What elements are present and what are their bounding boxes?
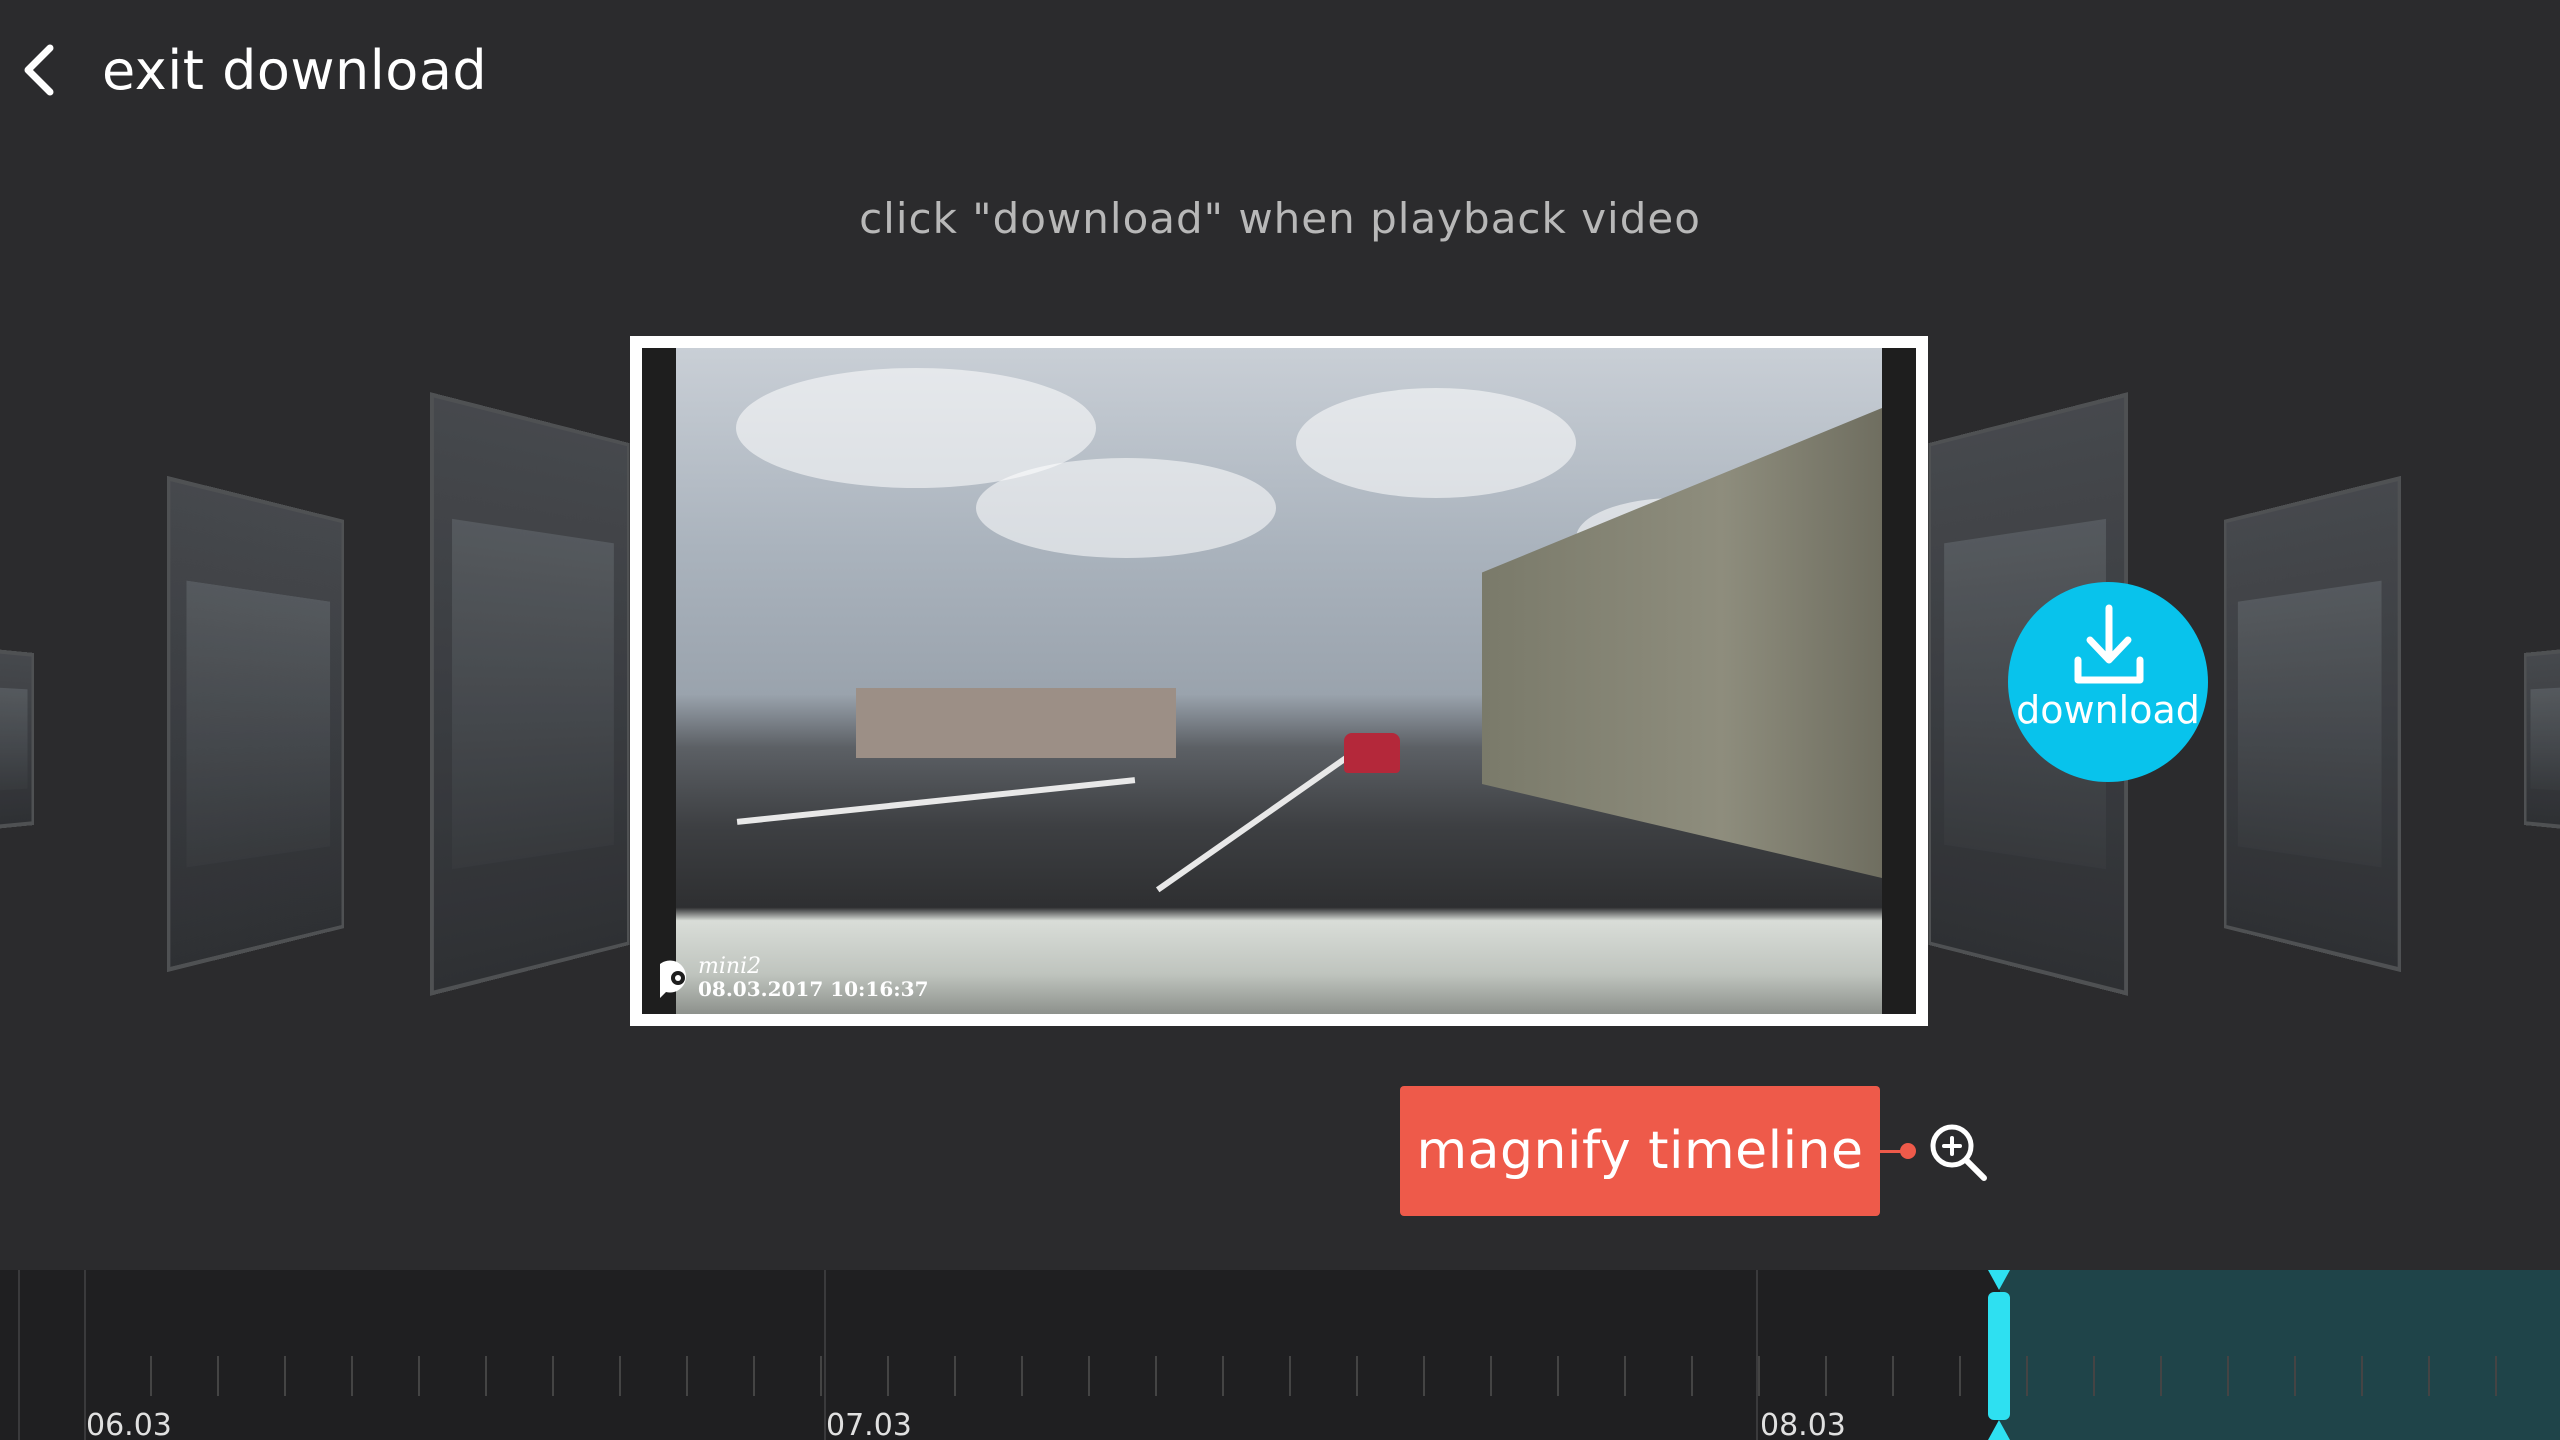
timeline-minor-tick xyxy=(1356,1356,1358,1396)
header: exit download xyxy=(0,0,2560,140)
download-label: download xyxy=(2016,688,2200,732)
timeline-minor-tick xyxy=(2093,1356,2095,1396)
timeline-minor-tick xyxy=(2026,1356,2028,1396)
timeline-minor-tick xyxy=(1691,1356,1693,1396)
timeline-minor-tick xyxy=(1825,1356,1827,1396)
timeline-minor-tick xyxy=(954,1356,956,1396)
callout-dot xyxy=(1900,1143,1916,1159)
timeline-minor-tick xyxy=(418,1356,420,1396)
timeline-minor-tick xyxy=(1892,1356,1894,1396)
magnify-timeline-label: magnify timeline xyxy=(1416,1121,1864,1181)
zoom-in-icon[interactable] xyxy=(1926,1120,1990,1184)
timeline-minor-tick xyxy=(217,1356,219,1396)
carousel-thumbnail[interactable] xyxy=(430,392,630,996)
timeline-major-tick xyxy=(1756,1270,1758,1440)
timeline-minor-tick xyxy=(619,1356,621,1396)
buildings xyxy=(856,688,1176,758)
timeline-minor-tick xyxy=(1490,1356,1492,1396)
current-video-frame[interactable]: mini2 08.03.2017 10:16:37 xyxy=(630,336,1928,1026)
timeline-minor-tick xyxy=(2361,1356,2363,1396)
playhead-marker-top xyxy=(1988,1270,2010,1290)
timeline-minor-tick xyxy=(284,1356,286,1396)
timeline-minor-tick xyxy=(2160,1356,2162,1396)
video-preview: mini2 08.03.2017 10:16:37 xyxy=(642,348,1916,1014)
exit-download-button[interactable]: exit download xyxy=(18,38,488,102)
red-car xyxy=(1344,733,1400,773)
timeline-minor-tick xyxy=(887,1356,889,1396)
timeline-selection xyxy=(2000,1270,2560,1440)
timeline[interactable]: 06.03 07.03 08.03 xyxy=(0,1270,2560,1440)
timeline-playhead[interactable] xyxy=(1988,1292,2010,1420)
timeline-minor-tick xyxy=(1423,1356,1425,1396)
timeline-minor-tick xyxy=(1959,1356,1961,1396)
timeline-minor-tick xyxy=(485,1356,487,1396)
timeline-date-label: 08.03 xyxy=(1760,1408,1846,1440)
timeline-minor-tick xyxy=(686,1356,688,1396)
playhead-marker-bottom xyxy=(1988,1420,2010,1440)
download-icon xyxy=(2074,604,2144,684)
camera-logo-icon xyxy=(660,960,686,998)
timeline-minor-tick xyxy=(1088,1356,1090,1396)
timeline-minor-tick xyxy=(150,1356,152,1396)
timeline-minor-tick xyxy=(1155,1356,1157,1396)
timeline-date-label: 07.03 xyxy=(826,1408,912,1440)
chevron-left-icon xyxy=(24,44,54,96)
timeline-minor-tick xyxy=(351,1356,353,1396)
timeline-minor-tick xyxy=(2227,1356,2229,1396)
timeline-minor-tick xyxy=(2495,1356,2497,1396)
timeline-minor-tick xyxy=(1758,1356,1760,1396)
timeline-minor-tick xyxy=(1624,1356,1626,1396)
carousel-thumbnail[interactable] xyxy=(2523,646,2560,832)
timeline-minor-tick xyxy=(552,1356,554,1396)
timeline-minor-tick xyxy=(1222,1356,1224,1396)
timeline-major-tick xyxy=(18,1270,20,1440)
timeline-minor-tick xyxy=(2294,1356,2296,1396)
exit-download-label: exit download xyxy=(102,38,488,102)
brand-label: mini2 xyxy=(698,954,762,979)
carousel-thumbnail[interactable] xyxy=(2224,475,2402,973)
magnify-timeline-tooltip: magnify timeline xyxy=(1400,1086,1880,1216)
instruction-text: click "download" when playback video xyxy=(859,194,1701,243)
timeline-minor-tick xyxy=(1021,1356,1023,1396)
carousel-thumbnail[interactable] xyxy=(0,646,35,832)
download-button[interactable]: download xyxy=(2008,582,2208,782)
timeline-minor-tick xyxy=(820,1356,822,1396)
timeline-minor-tick xyxy=(1289,1356,1291,1396)
timeline-minor-tick xyxy=(1557,1356,1559,1396)
video-watermark: mini2 08.03.2017 10:16:37 xyxy=(698,954,929,1001)
timeline-minor-tick xyxy=(753,1356,755,1396)
dashcam-scene xyxy=(676,348,1882,1014)
carousel-thumbnail[interactable] xyxy=(166,475,344,973)
timeline-minor-tick xyxy=(2428,1356,2430,1396)
timestamp-label: 08.03.2017 10:16:37 xyxy=(698,977,929,1001)
timeline-date-label: 06.03 xyxy=(86,1408,172,1440)
